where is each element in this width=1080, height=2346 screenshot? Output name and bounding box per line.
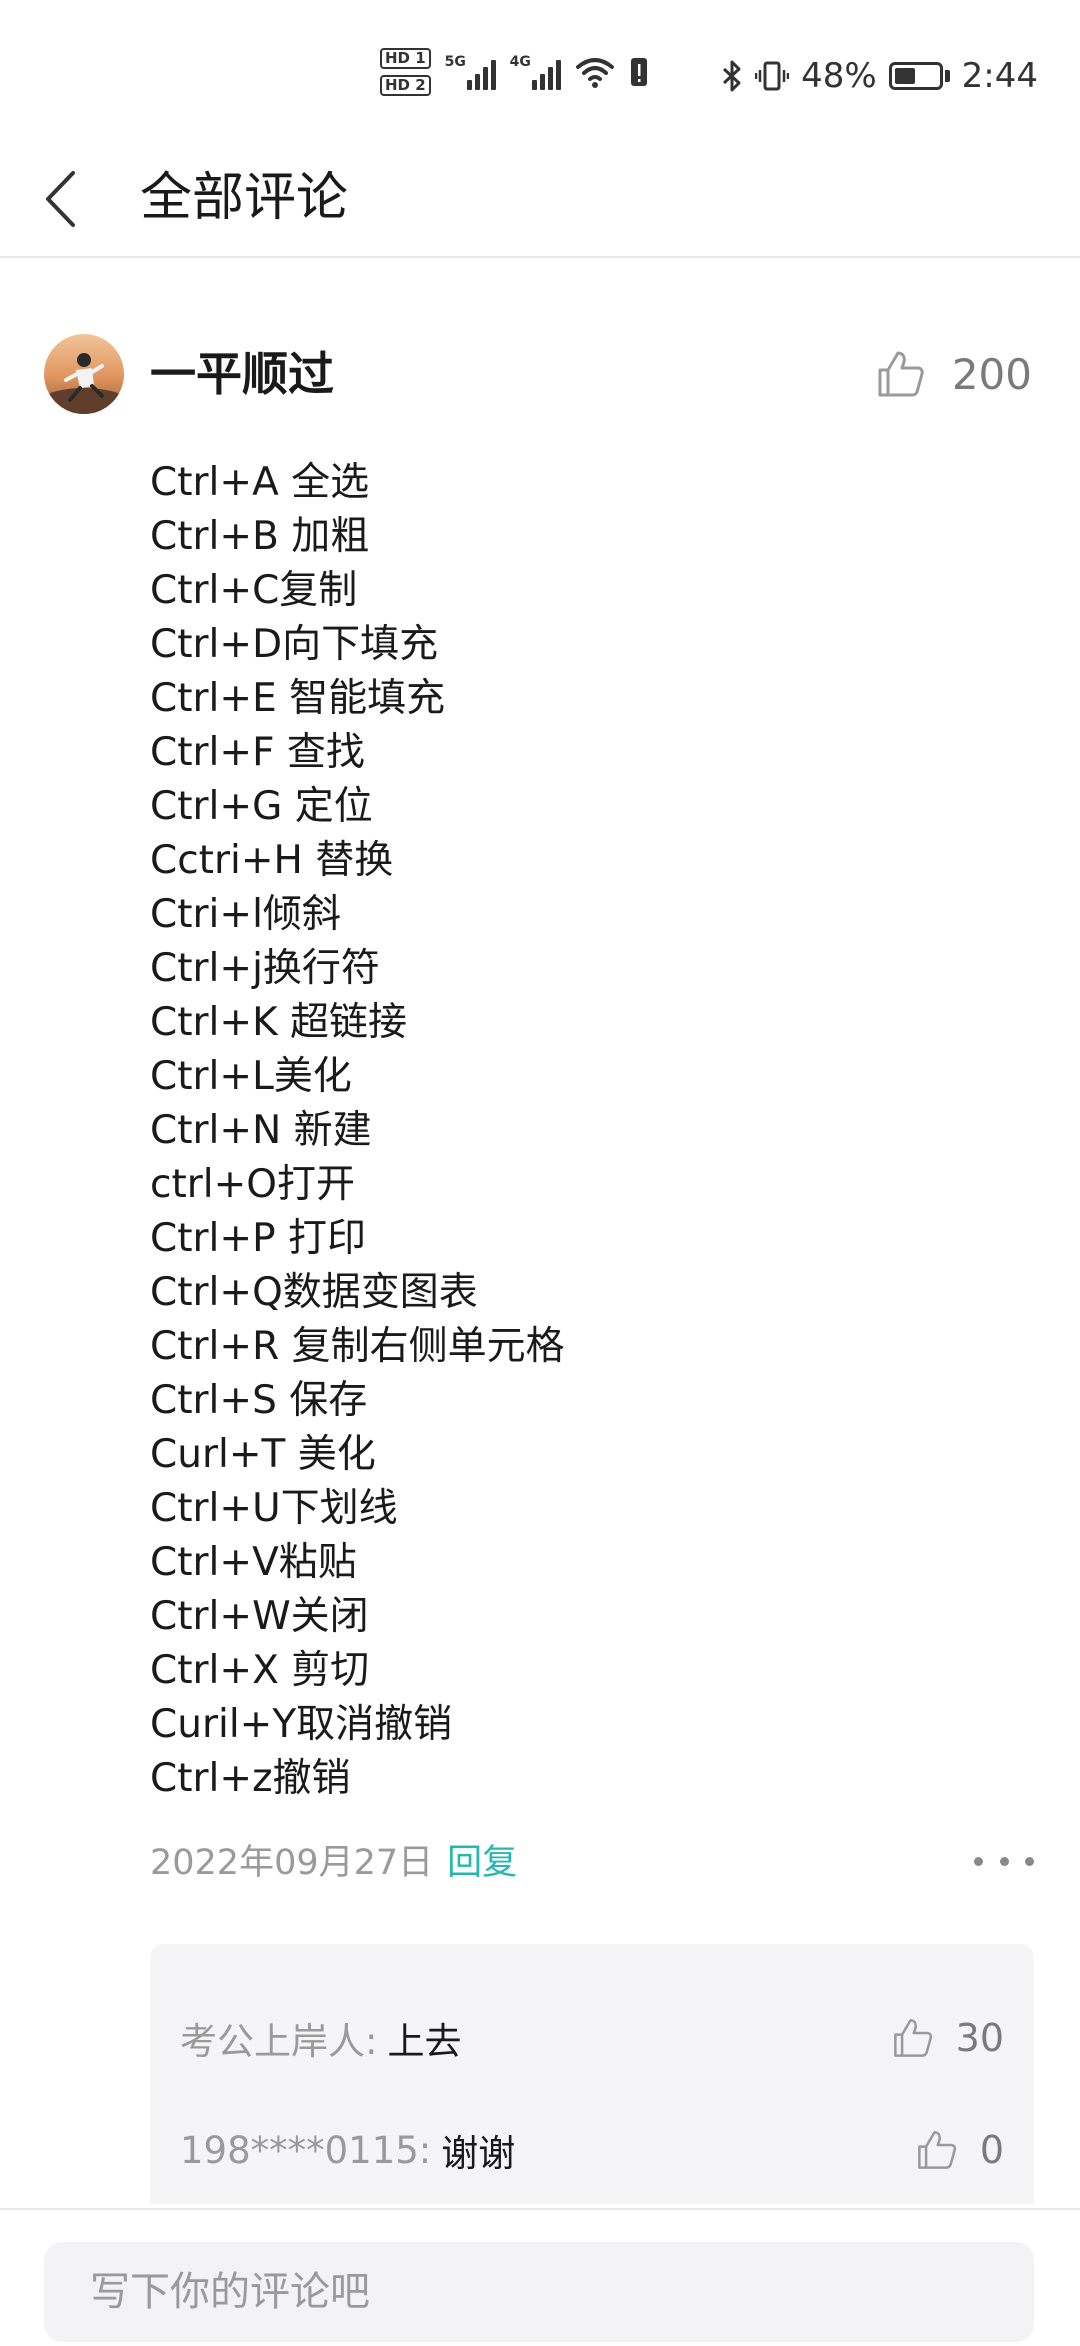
comment-line: Ctrl+E 智能填充 [150, 676, 446, 721]
reply-button[interactable]: 回复 [447, 1834, 517, 1885]
reply-item[interactable]: 考公上岸人: 上去 30 [180, 2008, 1004, 2068]
page-header: 全部评论 [0, 140, 1080, 258]
reply-like-button[interactable]: 30 [892, 2008, 1004, 2068]
battery-icon [888, 62, 950, 90]
comment-line: Ctrl+G 定位 [150, 784, 373, 829]
comment-line: Ctrl+L美化 [150, 1054, 352, 1099]
comment-meta: 2022年09月27日 回复 [150, 1834, 517, 1884]
comment-line: Ctrl+B 加粗 [150, 514, 370, 559]
comment-line: Ctrl+K 超链接 [150, 1000, 408, 1045]
comment-line: Ctrl+X 剪切 [150, 1648, 370, 1693]
comment-line: Ctrl+F 查找 [150, 730, 365, 775]
chevron-left-icon [46, 171, 75, 227]
battery-percent: 48% [801, 56, 877, 96]
comment-line: Ctrl+S 保存 [150, 1378, 368, 1423]
signal-5g-icon: 5G [445, 54, 496, 90]
back-button[interactable] [30, 164, 90, 234]
sim1-generation: 5G [444, 54, 466, 70]
comment-line: Cctri+H 替换 [150, 838, 394, 883]
more-dots-icon [974, 1856, 983, 1866]
signal-4g-icon: 4G [510, 54, 561, 90]
comment-line: Ctri+l倾斜 [150, 892, 341, 937]
network-indicators: HD 1 HD 2 5G 4G [380, 48, 649, 96]
thumbs-up-icon [893, 2019, 932, 2057]
more-options-button[interactable] [974, 1846, 1034, 1876]
reply-like-count: 30 [955, 2016, 1004, 2060]
comment-username[interactable]: 一平顺过 [150, 344, 334, 404]
hd2-badge: HD 2 [380, 75, 431, 96]
comment-line: Ctrl+R 复制右侧单元格 [150, 1324, 565, 1369]
comments-screen: HD 1 HD 2 5G 4G 48% 2:44 全部评论 一平顺过 200 C… [0, 0, 1080, 2346]
page-title: 全部评论 [140, 168, 349, 228]
status-bar: HD 1 HD 2 5G 4G 48% 2:44 [0, 0, 1080, 140]
reply-like-button[interactable]: 0 [916, 2120, 1004, 2180]
comment-date: 2022年09月27日 [150, 1842, 434, 1883]
reply-item[interactable]: 198****0115: 谢谢 0 [180, 2120, 1004, 2180]
thumbs-up-icon [878, 351, 924, 397]
clock: 2:44 [961, 56, 1038, 96]
reply-like-count: 0 [979, 2128, 1004, 2172]
hd1-badge: HD 1 [380, 48, 431, 69]
hd-badges: HD 1 HD 2 [380, 48, 431, 96]
reply-username[interactable]: 198****0115: [180, 2129, 431, 2172]
vibrate-icon [755, 61, 790, 91]
comment-line: Curil+Y取消撤销 [150, 1702, 453, 1747]
avatar[interactable] [44, 334, 124, 414]
comment-line: Ctrl+A 全选 [150, 460, 370, 505]
comment-line: Ctrl+D向下填充 [150, 622, 439, 667]
comment-text: Ctrl+A 全选 Ctrl+B 加粗 Ctrl+C复制 Ctrl+D向下填充 Ctrl… [150, 456, 565, 1806]
reply-text: 谢谢 [441, 2132, 516, 2175]
comment-line: Curl+T 美化 [150, 1432, 376, 1477]
sim2-generation: 4G [509, 54, 531, 70]
bluetooth-icon [723, 60, 741, 92]
reply-username[interactable]: 考公上岸人: [180, 2011, 377, 2065]
comment-line: Ctrl+U下划线 [150, 1486, 398, 1531]
comment-line: Ctrl+C复制 [150, 568, 358, 613]
bottom-comment-bar [0, 2208, 1080, 2346]
comment-line: Ctrl+j换行符 [150, 946, 380, 991]
comment-line: Ctrl+V粘贴 [150, 1540, 357, 1585]
comment-line: ctrl+O打开 [150, 1162, 355, 1207]
sim-alert-icon [630, 58, 647, 86]
comment-line: Ctrl+z撤销 [150, 1756, 351, 1801]
comment-line: Ctrl+Q数据变图表 [150, 1270, 478, 1315]
replies-panel: 考公上岸人: 上去 30 198****0115: 谢谢 0 [150, 1944, 1034, 2204]
thumbs-up-icon [917, 2131, 956, 2169]
reply-text: 上去 [387, 2020, 462, 2063]
comment-line: Ctrl+W关闭 [150, 1594, 369, 1639]
comment-like-button[interactable]: 200 [876, 344, 1032, 404]
comment-line: Ctrl+P 打印 [150, 1216, 366, 1261]
comment-like-count: 200 [951, 349, 1032, 399]
wifi-icon [575, 58, 614, 88]
system-indicators: 48% 2:44 [721, 56, 1038, 96]
comment-input[interactable] [44, 2242, 1034, 2342]
comment-line: Ctrl+N 新建 [150, 1108, 372, 1153]
